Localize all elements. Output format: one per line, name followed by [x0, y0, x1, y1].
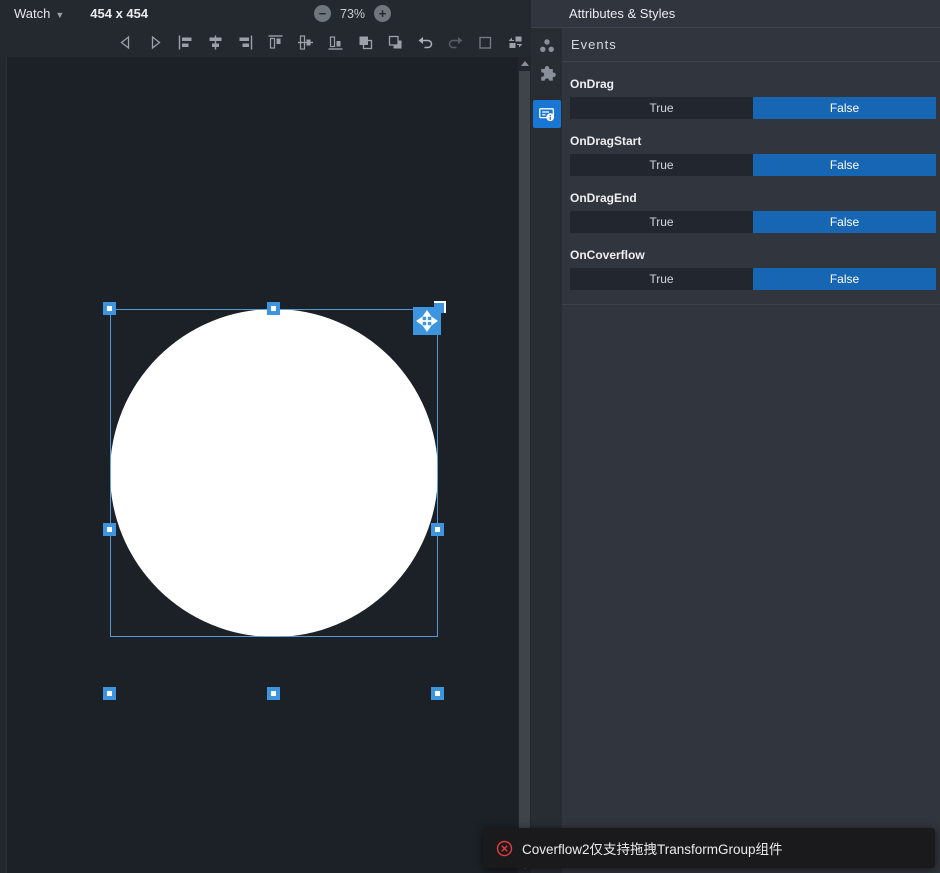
zoom-in-button[interactable]: +	[374, 5, 391, 22]
oncoverflow-true-button[interactable]: True	[570, 268, 753, 290]
bring-forward-button[interactable]	[356, 33, 374, 51]
panel-content: Events OnDrag True False OnDragStart Tru…	[562, 28, 940, 873]
event-label: OnDragEnd	[570, 191, 936, 205]
event-row-ondragstart: OnDragStart True False	[570, 134, 936, 176]
event-row-oncoverflow: OnCoverflow True False	[570, 248, 936, 290]
align-left-button[interactable]	[176, 33, 194, 51]
align-center-horizontal-icon	[207, 34, 224, 51]
toast-message: Coverflow2仅支持拖拽TransformGroup组件	[522, 838, 783, 858]
prev-icon	[117, 34, 134, 51]
align-right-icon	[237, 34, 254, 51]
align-left-icon	[177, 34, 194, 51]
play-icon	[147, 34, 164, 51]
attributes-tab-active[interactable]	[533, 100, 561, 128]
resize-handle-top-right[interactable]	[434, 301, 446, 313]
align-middle-vertical-button[interactable]	[296, 33, 314, 51]
oncoverflow-toggle: True False	[570, 268, 936, 290]
topbar: Watch ▼ 454 x 454 − 73% +	[0, 0, 531, 27]
resize-handle-middle-left[interactable]	[103, 523, 116, 536]
device-selector[interactable]: Watch	[14, 6, 50, 21]
resize-handle-bottom-left[interactable]	[103, 687, 116, 700]
scroll-up-arrow-icon[interactable]	[521, 61, 529, 66]
align-center-horizontal-button[interactable]	[206, 33, 224, 51]
event-label: OnDragStart	[570, 134, 936, 148]
ondragstart-true-button[interactable]: True	[570, 154, 753, 176]
marquee-button[interactable]	[476, 33, 494, 51]
event-label: OnCoverflow	[570, 248, 936, 262]
zoom-level-label: 73%	[340, 7, 365, 21]
align-top-icon	[267, 34, 284, 51]
toolbar	[0, 27, 531, 57]
attributes-info-icon	[538, 105, 556, 123]
panel-icon-strip	[531, 28, 562, 873]
panel-title: Attributes & Styles	[531, 0, 940, 28]
zoom-out-button[interactable]: −	[314, 5, 331, 22]
plugin-puzzle-icon	[538, 65, 556, 83]
resize-handle-top-left[interactable]	[103, 302, 116, 315]
error-toast: Coverflow2仅支持拖拽TransformGroup组件	[483, 828, 935, 868]
resize-handle-bottom-right[interactable]	[431, 687, 444, 700]
transform-swap-icon	[507, 34, 524, 51]
send-backward-button[interactable]	[386, 33, 404, 51]
ondragend-toggle: True False	[570, 211, 936, 233]
attributes-panel: Attributes & Styles Events	[531, 0, 940, 873]
events-list: OnDrag True False OnDragStart True False…	[562, 77, 940, 305]
redo-button[interactable]	[446, 33, 464, 51]
align-right-button[interactable]	[236, 33, 254, 51]
redo-icon	[447, 34, 464, 51]
bring-forward-icon	[357, 34, 374, 51]
ondrag-false-button[interactable]: False	[753, 97, 936, 119]
play-button[interactable]	[146, 33, 164, 51]
hierarchy-icon	[538, 37, 556, 55]
resize-handle-top-center[interactable]	[267, 302, 280, 315]
align-bottom-button[interactable]	[326, 33, 344, 51]
selection-bounding-box	[110, 309, 438, 637]
ondragend-false-button[interactable]: False	[753, 211, 936, 233]
zoom-controls: − 73% +	[314, 0, 391, 27]
align-middle-vertical-icon	[297, 34, 314, 51]
send-backward-icon	[387, 34, 404, 51]
ondragend-true-button[interactable]: True	[570, 211, 753, 233]
resize-handle-bottom-center[interactable]	[267, 687, 280, 700]
event-label: OnDrag	[570, 77, 936, 91]
ondrag-true-button[interactable]: True	[570, 97, 753, 119]
scrollbar-thumb[interactable]	[519, 71, 530, 849]
ondragstart-toggle: True False	[570, 154, 936, 176]
event-row-ondrag: OnDrag True False	[570, 77, 936, 119]
undo-icon	[417, 34, 434, 51]
marquee-icon	[477, 34, 494, 51]
canvas-size-label: 454 x 454	[90, 6, 148, 21]
align-top-button[interactable]	[266, 33, 284, 51]
prev-button[interactable]	[116, 33, 134, 51]
events-section-title: Events	[562, 28, 940, 62]
hierarchy-tab[interactable]	[537, 36, 557, 56]
ondragstart-false-button[interactable]: False	[753, 154, 936, 176]
error-circle-x-icon	[496, 840, 513, 857]
resize-handle-middle-right[interactable]	[431, 523, 444, 536]
transform-swap-button[interactable]	[506, 33, 524, 51]
canvas-vertical-scrollbar[interactable]	[518, 57, 531, 873]
design-canvas[interactable]	[0, 57, 518, 873]
canvas-left-edge	[0, 57, 7, 873]
oncoverflow-false-button[interactable]: False	[753, 268, 936, 290]
chevron-down-icon[interactable]: ▼	[55, 10, 64, 20]
ondrag-toggle: True False	[570, 97, 936, 119]
plugin-tab[interactable]	[537, 64, 557, 84]
undo-button[interactable]	[416, 33, 434, 51]
align-bottom-icon	[327, 34, 344, 51]
event-row-ondragend: OnDragEnd True False	[570, 191, 936, 233]
